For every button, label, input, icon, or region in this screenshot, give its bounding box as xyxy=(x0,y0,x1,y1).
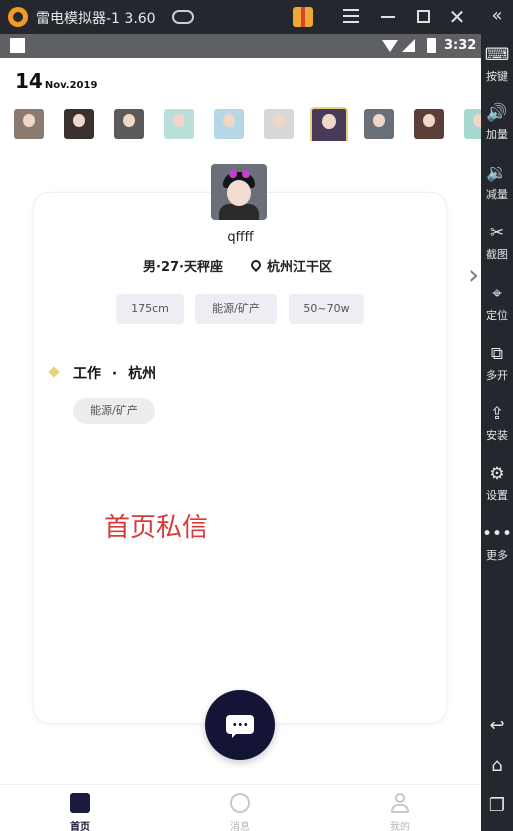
status-time: 3:32 xyxy=(444,38,477,53)
date-header: 14 Nov.2019 xyxy=(15,69,97,93)
maximize-icon[interactable] xyxy=(411,5,435,29)
multi-window-icon: ⧉ xyxy=(490,344,504,364)
avatar-thumbnail[interactable] xyxy=(214,109,244,139)
avatar-thumbnail[interactable] xyxy=(414,109,444,139)
sidebar-item-label: 设置 xyxy=(486,489,508,502)
sidebar-item-label: 多开 xyxy=(486,369,508,382)
chevron-right-icon[interactable]: › xyxy=(468,260,481,290)
avatar-thumbnail[interactable] xyxy=(164,109,194,139)
sidebar-item-keys[interactable]: ⌨ 按键 xyxy=(481,44,513,84)
profile-tag-industry: 能源/矿产 xyxy=(195,294,277,324)
avatar-thumbnail[interactable] xyxy=(114,109,144,139)
scissors-icon: ✂ xyxy=(489,223,505,243)
recent-apps-icon[interactable]: ❐ xyxy=(481,794,513,818)
notification-icon xyxy=(10,38,25,53)
volume-down-icon: 🔉 xyxy=(486,163,508,183)
avatar-thumbnail[interactable] xyxy=(264,109,294,139)
sidebar-item-volume-down[interactable]: 🔉 减量 xyxy=(481,162,513,202)
date-month-year: Nov.2019 xyxy=(44,80,98,91)
gift-icon[interactable] xyxy=(293,7,313,27)
android-screen: 3:32 14 Nov.2019 qffff 男·27·天秤座 杭州江干区 175… xyxy=(0,34,481,831)
double-chevron-left-icon[interactable]: « xyxy=(485,4,509,28)
emulator-sidebar: « ⌨ 按键 🔊 加量 🔉 减量 ✂ 截图 ⌖ 定位 ⧉ 多开 ⇪ 安装 ⚙ 设… xyxy=(481,0,513,831)
profile-location-text: 杭州江干区 xyxy=(267,260,333,275)
menu-icon[interactable] xyxy=(339,5,363,29)
avatar-thumbnail[interactable] xyxy=(14,109,44,139)
signal-icon xyxy=(402,39,415,52)
profile-tag-income: 50~70w xyxy=(289,294,364,324)
date-day: 14 xyxy=(15,69,43,93)
sidebar-item-label: 加量 xyxy=(486,128,508,141)
home-icon[interactable]: ⌂ xyxy=(481,754,513,778)
home-card-icon xyxy=(70,793,90,813)
sidebar-item-settings[interactable]: ⚙ 设置 xyxy=(481,463,513,503)
sidebar-item-label: 截图 xyxy=(486,248,508,261)
volume-up-icon: 🔊 xyxy=(486,103,508,123)
chat-icon xyxy=(230,793,250,813)
profile-location: 杭州江干区 xyxy=(248,256,333,275)
avatar-thumbnail[interactable] xyxy=(64,109,94,139)
user-icon xyxy=(390,793,410,813)
gamepad-icon[interactable] xyxy=(172,10,194,24)
close-icon[interactable]: ✕ xyxy=(445,5,469,29)
sidebar-item-location[interactable]: ⌖ 定位 xyxy=(481,283,513,323)
tab-label: 消息 xyxy=(230,822,250,831)
window-title: 雷电模拟器-1 3.60 xyxy=(36,11,156,27)
sidebar-item-multi[interactable]: ⧉ 多开 xyxy=(481,343,513,383)
profile-meta: 男·27·天秤座 xyxy=(143,260,223,275)
sidebar-item-more[interactable]: ••• 更多 xyxy=(481,523,513,563)
tab-home[interactable]: 首页 xyxy=(40,785,120,831)
apk-install-icon: ⇪ xyxy=(489,404,505,424)
avatar-thumbnail[interactable] xyxy=(464,109,481,139)
minimize-icon[interactable] xyxy=(376,5,400,29)
more-dots-icon: ••• xyxy=(481,524,513,544)
tab-label: 我的 xyxy=(390,822,410,831)
avatar-thumbnail[interactable] xyxy=(310,107,348,141)
sidebar-item-label: 安装 xyxy=(486,429,508,442)
sidebar-item-install[interactable]: ⇪ 安装 xyxy=(481,403,513,443)
bottom-tab-bar: 首页 消息 我的 xyxy=(0,784,481,831)
gear-icon: ⚙ xyxy=(489,464,505,484)
tab-label: 首页 xyxy=(70,822,90,831)
location-pin-icon xyxy=(248,257,264,273)
app-logo-icon xyxy=(8,7,28,27)
sidebar-item-label: 更多 xyxy=(486,549,508,562)
profile-card[interactable] xyxy=(33,192,447,724)
tab-messages[interactable]: 消息 xyxy=(200,785,280,831)
chat-button[interactable] xyxy=(205,690,275,760)
sidebar-item-label: 定位 xyxy=(486,309,508,322)
emulator-titlebar: 雷电模拟器-1 3.60 ✕ xyxy=(0,0,513,34)
battery-icon xyxy=(427,38,436,53)
profile-username: qffff xyxy=(227,230,254,245)
chat-bubble-icon xyxy=(226,715,254,738)
sidebar-item-label: 减量 xyxy=(486,188,508,201)
overlay-annotation: 首页私信 xyxy=(104,513,209,543)
work-section-title: 工作 · 杭州 xyxy=(73,366,157,382)
work-tag: 能源/矿产 xyxy=(73,398,155,424)
sidebar-item-volume-up[interactable]: 🔊 加量 xyxy=(481,102,513,142)
profile-photo[interactable] xyxy=(211,164,267,220)
sidebar-item-screenshot[interactable]: ✂ 截图 xyxy=(481,222,513,262)
wifi-icon xyxy=(382,40,398,52)
avatar-strip[interactable] xyxy=(14,107,481,141)
status-bar: 3:32 xyxy=(0,34,481,58)
keyboard-icon: ⌨ xyxy=(484,45,510,65)
back-icon[interactable]: ↩ xyxy=(481,714,513,738)
profile-tag-height: 175cm xyxy=(116,294,184,324)
sidebar-item-label: 按键 xyxy=(486,70,508,83)
location-pin-icon: ⌖ xyxy=(492,284,502,304)
tab-me[interactable]: 我的 xyxy=(360,785,440,831)
avatar-thumbnail[interactable] xyxy=(364,109,394,139)
